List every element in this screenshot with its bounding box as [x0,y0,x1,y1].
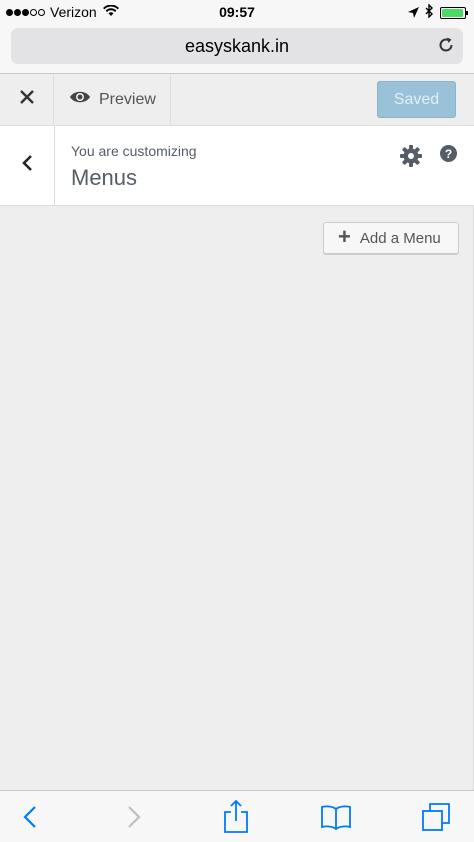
help-icon[interactable]: ? [440,145,457,162]
clock: 09:57 [219,4,255,20]
share-icon[interactable] [216,799,256,835]
customizing-label: You are customizing [71,143,197,159]
chevron-left-icon[interactable] [21,154,33,177]
eye-icon [69,90,91,109]
gear-icon[interactable] [400,145,422,172]
customizer-header: Preview Saved [0,74,474,126]
forward-icon[interactable] [114,799,154,835]
reload-icon[interactable] [437,36,455,59]
url-text[interactable]: easyskank.in [11,36,463,57]
close-icon[interactable] [19,90,34,109]
status-right [408,3,468,21]
preview-button[interactable]: Preview [54,74,171,125]
back-icon[interactable] [10,799,50,835]
bluetooth-icon [425,3,434,21]
bookmarks-icon[interactable] [316,799,356,835]
plus-icon: + [338,224,351,249]
browser-address-area: easyskank.in [0,24,474,74]
add-menu-label: Add a Menu [359,229,441,247]
browser-toolbar [0,790,474,842]
battery-level [442,8,463,17]
location-arrow-icon [408,5,419,21]
add-menu-button[interactable]: + Add a Menu [323,222,459,254]
preview-label: Preview [99,90,156,108]
close-customizer-button[interactable] [0,74,54,125]
battery-icon [440,6,468,19]
status-bar: Verizon 09:57 [0,0,474,24]
back-button[interactable] [0,126,55,205]
section-title: Menus [71,165,138,190]
address-bar[interactable]: easyskank.in [11,28,463,64]
saved-button[interactable]: Saved [377,81,456,118]
tabs-icon[interactable] [416,799,456,835]
